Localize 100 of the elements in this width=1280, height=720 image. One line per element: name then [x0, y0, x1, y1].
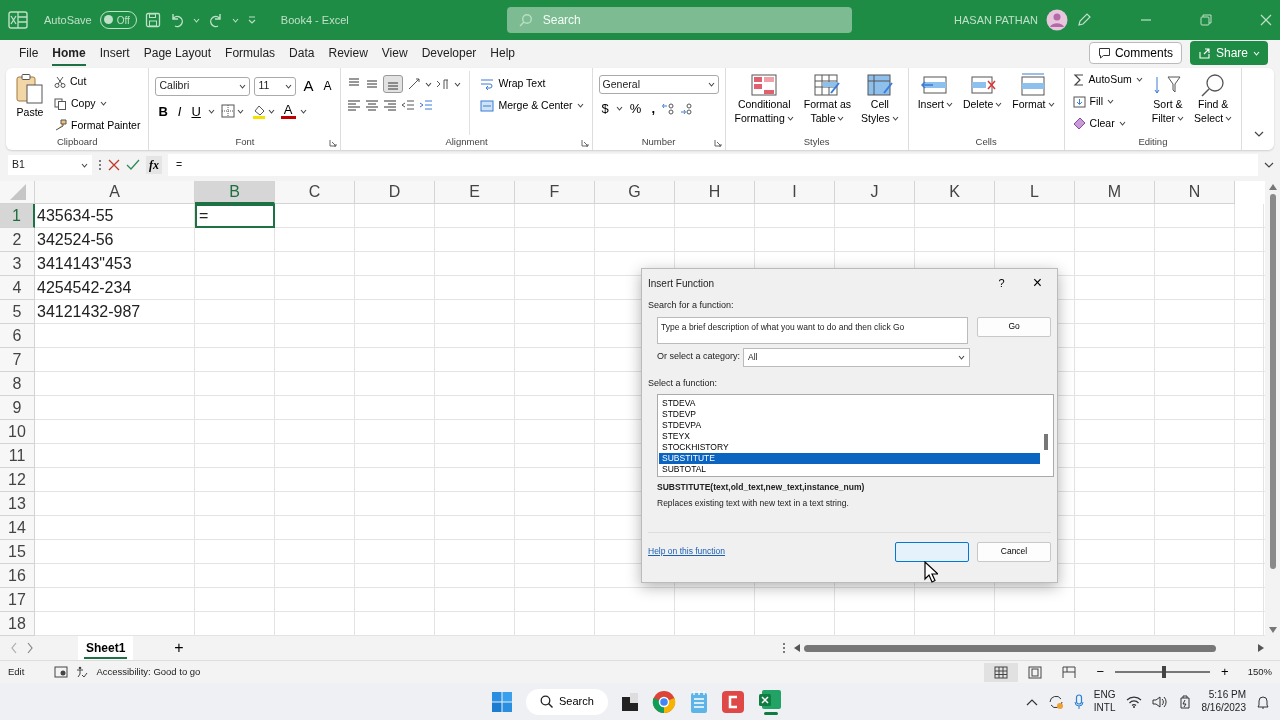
column-header[interactable]: K [915, 181, 995, 204]
help-link[interactable]: Help on this function [648, 545, 726, 558]
format-button[interactable]: Format [1009, 71, 1058, 135]
menu-tab[interactable]: Help [483, 40, 522, 66]
decrease-decimal-icon[interactable] [680, 102, 695, 115]
clock[interactable]: 5:16 PM 8/16/2023 [1201, 689, 1246, 714]
middle-align-icon[interactable] [365, 78, 380, 90]
column-header[interactable]: L [995, 181, 1075, 204]
sheet-tab[interactable]: Sheet1 [78, 636, 134, 660]
sort-filter-button[interactable]: Sort & Filter [1148, 71, 1188, 135]
increase-indent-icon[interactable] [419, 99, 434, 111]
borders-button[interactable] [218, 102, 246, 121]
row-header[interactable]: 13 [0, 492, 35, 516]
dark-app-icon[interactable] [621, 692, 638, 711]
row-header[interactable]: 4 [0, 276, 35, 300]
dialog-launcher-icon[interactable] [713, 139, 722, 147]
accessibility-icon[interactable] [76, 666, 89, 678]
row-header[interactable]: 14 [0, 516, 35, 540]
notification-bell-icon[interactable] [1256, 693, 1270, 710]
cell[interactable]: = [195, 204, 275, 228]
function-item[interactable]: STDEVPA [659, 420, 1040, 431]
decrease-indent-icon[interactable] [401, 99, 416, 111]
share-button[interactable]: Share [1189, 41, 1268, 65]
cell[interactable]: 34121432-987 [35, 300, 195, 324]
browser-icon[interactable] [651, 689, 676, 714]
cell-styles-button[interactable]: Cell Styles [858, 71, 902, 135]
column-header[interactable]: A [35, 181, 195, 204]
comma-style-button[interactable]: , [648, 99, 659, 119]
menu-tab[interactable]: Formulas [218, 40, 283, 66]
format-painter-button[interactable]: Format Painter [52, 116, 143, 135]
column-header[interactable]: J [835, 181, 915, 204]
zoom-out-button[interactable]: − [1093, 662, 1108, 682]
menu-tab[interactable]: View [374, 40, 415, 66]
row-header[interactable]: 17 [0, 588, 35, 612]
next-sheet-icon[interactable] [26, 642, 34, 654]
paragraph-direction-icon[interactable] [436, 78, 451, 90]
align-left-icon[interactable] [347, 99, 362, 111]
menu-tab[interactable]: Insert [92, 40, 137, 66]
collapse-ribbon-icon[interactable] [1254, 131, 1264, 138]
scrollbar-thumb[interactable] [1269, 194, 1276, 569]
conditional-formatting-button[interactable]: Conditional Formatting [731, 71, 797, 135]
center-icon[interactable] [365, 99, 380, 111]
help-button[interactable]: ? [995, 274, 1008, 292]
row-header[interactable]: 3 [0, 252, 35, 276]
column-header[interactable]: M [1075, 181, 1155, 204]
merge-center-button[interactable]: Merge & Center [478, 96, 586, 115]
add-sheet-button[interactable]: + [171, 636, 187, 660]
search-field[interactable]: Search [506, 7, 852, 33]
function-item[interactable]: SUBTOTAL [659, 464, 1040, 475]
row-header[interactable]: 10 [0, 420, 35, 444]
row-header[interactable]: 15 [0, 540, 35, 564]
row-header[interactable]: 12 [0, 468, 35, 492]
number-format-combo[interactable]: General [598, 75, 719, 94]
insert-function-button[interactable]: fx [146, 156, 162, 174]
menu-tab[interactable]: Developer [414, 40, 484, 66]
redo-icon[interactable] [207, 12, 224, 28]
ok-button[interactable] [895, 541, 969, 562]
clear-button[interactable]: Clear [1070, 114, 1145, 133]
language-indicator[interactable]: ENG INTL [1093, 689, 1116, 714]
category-select[interactable]: All [743, 347, 971, 367]
enter-icon[interactable] [126, 159, 140, 171]
chevron-up-icon[interactable] [1025, 697, 1038, 706]
row-header[interactable]: 7 [0, 348, 35, 372]
avatar[interactable] [1046, 9, 1068, 31]
cancel-icon[interactable] [108, 159, 120, 171]
row-header[interactable]: 8 [0, 372, 35, 396]
increase-decimal-icon[interactable] [662, 102, 677, 115]
paste-button[interactable]: Paste [12, 71, 48, 135]
column-header[interactable]: I [755, 181, 835, 204]
find-select-button[interactable]: Find & Select [1191, 71, 1236, 135]
view-button[interactable] [983, 662, 1018, 682]
delete-button[interactable]: Delete [959, 71, 1006, 135]
search-input[interactable]: Type a brief description of what you want to do and then click Go [657, 316, 969, 344]
italic-button[interactable]: I [174, 101, 185, 121]
function-item[interactable]: STOCKHISTORY [659, 442, 1040, 453]
slider-thumb[interactable] [1162, 666, 1167, 678]
font-size-combo[interactable]: 11 [254, 76, 297, 96]
align-right-icon[interactable] [383, 99, 398, 111]
grow-font-button[interactable]: A [300, 75, 317, 98]
battery-icon[interactable] [1177, 694, 1192, 709]
windows-logo-icon[interactable] [492, 691, 512, 712]
column-header[interactable]: F [515, 181, 595, 204]
cell[interactable]: 435634-55 [35, 204, 195, 228]
column-header[interactable]: B [195, 181, 275, 204]
row-header[interactable]: 11 [0, 444, 35, 468]
row-header[interactable]: 9 [0, 396, 35, 420]
row-header[interactable]: 18 [0, 612, 35, 636]
function-item[interactable]: SUBSTITUTE [659, 453, 1040, 464]
sync-icon[interactable] [1047, 693, 1064, 710]
zoom-in-button[interactable]: + [1218, 662, 1232, 682]
macro-recording-icon[interactable] [54, 666, 69, 678]
autosum-button[interactable]: AutoSum [1070, 71, 1145, 89]
dialog-launcher-icon[interactable] [580, 139, 589, 147]
close-icon[interactable] [1260, 14, 1272, 26]
percent-button[interactable]: % [626, 99, 645, 119]
customize-icon[interactable] [246, 15, 257, 25]
restore-icon[interactable] [1200, 14, 1212, 26]
row-header[interactable]: 6 [0, 324, 35, 348]
go-button[interactable]: Go [977, 316, 1051, 337]
spreadsheet-app-icon[interactable] [757, 688, 782, 715]
